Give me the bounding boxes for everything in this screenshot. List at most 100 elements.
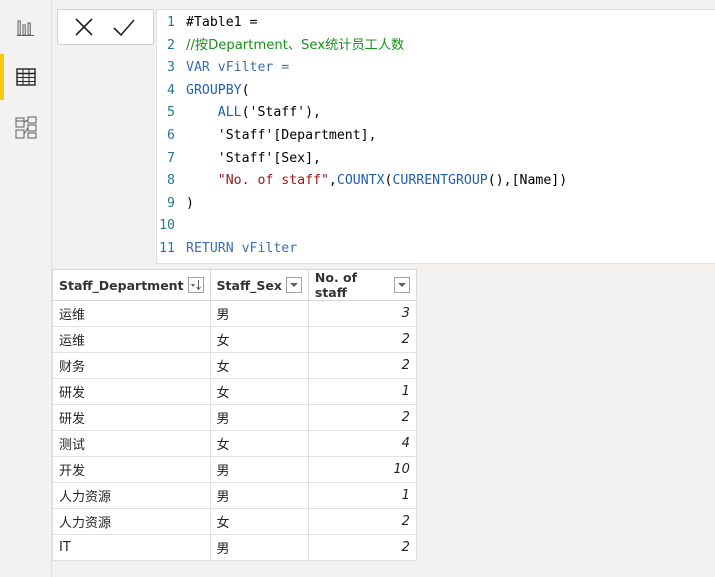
code-token: ( — [241, 82, 250, 98]
staff-count-cell[interactable]: 4 — [307, 430, 417, 457]
code-token: 'Staff'[Department], — [186, 128, 377, 143]
sex-cell[interactable]: 男 — [209, 534, 309, 561]
code-token: "No. of staff" — [186, 173, 329, 189]
model-view-icon — [15, 116, 36, 139]
commit-button[interactable] — [111, 14, 137, 40]
table-row[interactable]: 人力资源男 1 — [52, 482, 417, 509]
code-text: GROUPBY( — [186, 80, 250, 102]
data-view-button[interactable] — [0, 52, 51, 102]
formula-actions — [57, 9, 154, 45]
department-cell[interactable]: 运维 — [52, 300, 211, 327]
line-number: 6 — [167, 128, 175, 143]
report-view-icon — [16, 20, 34, 36]
sort-descending-icon[interactable] — [187, 277, 204, 293]
sex-cell[interactable]: 男 — [209, 404, 309, 431]
department-cell[interactable]: 研发 — [52, 404, 211, 431]
table-row[interactable]: 运维男 3 — [52, 300, 417, 327]
staff-count-cell[interactable]: 2 — [307, 508, 417, 535]
chevron-down-icon[interactable] — [394, 277, 410, 293]
code-text: ) — [186, 193, 194, 215]
column-header-label: Staff_Department — [59, 277, 184, 293]
line-number: 10 — [159, 218, 175, 234]
department-cell[interactable]: 研发 — [52, 378, 211, 405]
department-cell[interactable]: IT — [52, 534, 211, 561]
code-text: 'Staff'[Sex], — [186, 148, 321, 170]
code-token: ('Staff'), — [241, 105, 321, 121]
code-token: , — [328, 173, 337, 189]
code-token: RETURN vFilter — [186, 241, 298, 256]
line-number: 3 — [167, 60, 175, 76]
line-number: 1 — [167, 15, 175, 30]
code-text: ALL('Staff'), — [186, 102, 321, 124]
code-token: COUNTX — [336, 173, 385, 189]
view-rail — [0, 0, 52, 577]
department-cell[interactable]: 人力资源 — [52, 482, 211, 509]
column-header-sex[interactable]: Staff_Sex — [209, 269, 309, 301]
close-icon — [75, 18, 93, 36]
report-view-button[interactable] — [0, 3, 51, 53]
code-token: ALL — [186, 105, 242, 121]
check-icon — [113, 19, 135, 37]
sex-cell[interactable]: 女 — [209, 326, 309, 353]
sex-cell[interactable]: 女 — [209, 430, 309, 457]
sex-cell[interactable]: 女 — [209, 352, 309, 379]
department-cell[interactable]: 财务 — [52, 352, 211, 379]
chevron-down-icon[interactable] — [285, 277, 302, 293]
table-row[interactable]: 开发男 10 — [52, 456, 417, 483]
sex-cell[interactable]: 女 — [209, 378, 309, 405]
dax-formula-editor[interactable]: 1 #Table1 = 2 //按Department、Sex统计员工人数 3 VAR v… — [156, 9, 715, 264]
data-grid: Staff_Department Staff_Sex No. of staff … — [52, 269, 417, 561]
line-number: 5 — [167, 105, 175, 121]
staff-count-cell[interactable]: 3 — [307, 300, 417, 327]
column-header-label: No. of staff — [314, 270, 358, 300]
department-cell[interactable]: 测试 — [52, 430, 211, 457]
code-token: ) — [186, 195, 194, 211]
code-text: 'Staff'[Department], — [186, 125, 377, 147]
staff-count-cell[interactable]: 2 — [307, 404, 417, 431]
staff-count-cell[interactable]: 1 — [307, 482, 417, 509]
data-view-icon — [15, 68, 36, 86]
department-cell[interactable]: 运维 — [52, 326, 211, 353]
code-token: #Table1 = — [186, 15, 258, 30]
staff-count-cell[interactable]: 2 — [307, 352, 417, 379]
table-row[interactable]: IT 男 2 — [52, 534, 417, 561]
department-cell[interactable]: 开发 — [52, 456, 211, 483]
table-row[interactable]: 研发女 1 — [52, 378, 417, 405]
table-row[interactable]: 运维女 2 — [52, 326, 417, 353]
column-header-department[interactable]: Staff_Department — [52, 269, 211, 301]
sex-cell[interactable]: 男 — [209, 300, 309, 327]
column-header-label: Staff_Sex — [216, 277, 282, 293]
line-number: 2 — [167, 37, 175, 53]
column-header-no-of-staff[interactable]: No. of staff — [307, 269, 417, 301]
line-number: 7 — [167, 150, 175, 166]
code-token: VAR vFilter = — [186, 60, 290, 76]
line-number: 8 — [167, 173, 175, 189]
code-text: RETURN vFilter — [186, 238, 297, 260]
code-token: CURRENTGROUP — [392, 173, 488, 189]
code-token: (),[Name]) — [487, 173, 568, 189]
staff-count-cell[interactable]: 1 — [307, 378, 417, 405]
table-row[interactable]: 财务女 2 — [52, 352, 417, 379]
model-view-button[interactable] — [0, 102, 51, 152]
code-text: "No. of staff",COUNTX(CURRENTGROUP(),[Na… — [186, 170, 567, 192]
code-token: 'Staff'[Sex], — [186, 150, 321, 166]
staff-count-cell[interactable]: 10 — [307, 456, 417, 483]
sex-cell[interactable]: 男 — [209, 482, 309, 509]
line-number: 4 — [167, 82, 175, 98]
cancel-button[interactable] — [71, 14, 97, 40]
line-number: 11 — [159, 241, 175, 256]
code-token: GROUPBY — [186, 82, 242, 98]
staff-count-cell[interactable]: 2 — [307, 326, 417, 353]
table-row[interactable]: 测试女 4 — [52, 430, 417, 457]
code-text: VAR vFilter = — [186, 57, 289, 79]
staff-count-cell[interactable]: 2 — [307, 534, 417, 561]
sex-cell[interactable]: 男 — [209, 456, 309, 483]
code-text: #Table1 = — [186, 12, 257, 34]
code-token: //按Department、Sex统计员工人数 — [186, 37, 405, 53]
department-cell[interactable]: 人力资源 — [52, 508, 211, 535]
code-text: //按Department、Sex统计员工人数 — [186, 35, 404, 57]
line-number: 9 — [167, 195, 175, 211]
table-row[interactable]: 人力资源女 2 — [52, 508, 417, 535]
table-row[interactable]: 研发男 2 — [52, 404, 417, 431]
sex-cell[interactable]: 女 — [209, 508, 309, 535]
